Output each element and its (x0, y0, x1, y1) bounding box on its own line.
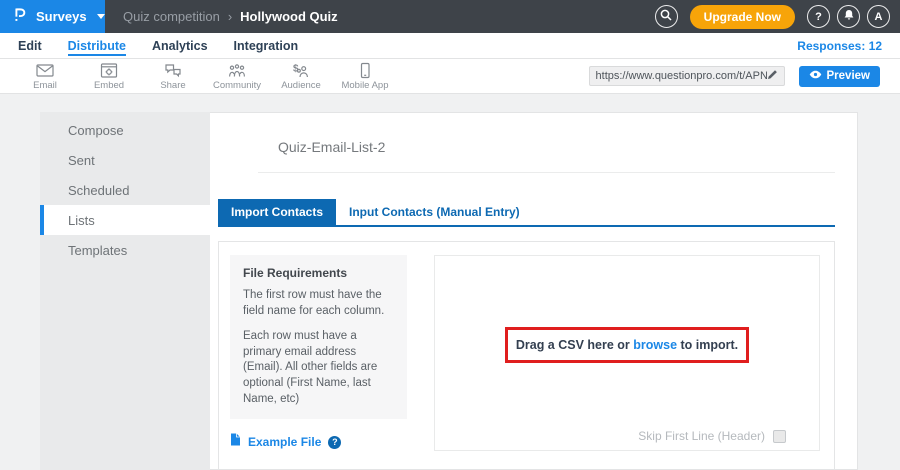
menu-item-integration[interactable]: Integration (234, 36, 299, 56)
community-icon (227, 62, 247, 79)
example-file-help-icon[interactable]: ? (328, 436, 341, 449)
menu-item-edit[interactable]: Edit (18, 36, 42, 56)
help-button[interactable]: ? (807, 5, 830, 28)
email-sidebar: Compose Sent Scheduled Lists Templates (40, 112, 210, 470)
sidebar-item-compose[interactable]: Compose (40, 115, 210, 145)
workspace: Compose Sent Scheduled Lists Templates Q… (0, 94, 900, 470)
lists-panel: Quiz-Email-List-2 Import Contacts Input … (210, 112, 858, 470)
email-icon (35, 62, 55, 79)
breadcrumb: Quiz competition › Hollywood Quiz (123, 9, 338, 24)
breadcrumb-current: Hollywood Quiz (240, 9, 338, 24)
embed-icon (99, 62, 119, 79)
mobile-app-icon (355, 62, 375, 79)
tool-email[interactable]: Email (20, 62, 70, 91)
chevron-down-icon (97, 14, 105, 19)
search-button[interactable] (655, 5, 678, 28)
dropzone-text-before: Drag a CSV here or (516, 338, 633, 352)
upgrade-now-button[interactable]: Upgrade Now (690, 5, 795, 29)
file-requirements-paragraph-1: The first row must have the field name f… (243, 288, 394, 320)
tab-input-contacts-manual[interactable]: Input Contacts (Manual Entry) (336, 199, 533, 225)
tab-import-contacts[interactable]: Import Contacts (218, 199, 336, 225)
tool-mobile-app[interactable]: Mobile App (340, 62, 390, 91)
search-icon (660, 9, 672, 24)
bell-icon (843, 9, 855, 24)
top-actions: Upgrade Now ? A (655, 5, 900, 29)
sidebar-item-sent[interactable]: Sent (40, 145, 210, 175)
list-name-header: Quiz-Email-List-2 (258, 139, 835, 173)
avatar[interactable]: A (867, 5, 890, 28)
tool-share[interactable]: Share (148, 62, 198, 91)
browse-link[interactable]: browse (633, 338, 677, 352)
contacts-tabs: Import Contacts Input Contacts (Manual E… (218, 199, 835, 227)
product-name: Surveys (36, 9, 87, 24)
tool-community[interactable]: Community (212, 62, 262, 91)
sidebar-item-lists[interactable]: Lists (40, 205, 210, 235)
drag-csv-highlight: Drag a CSV here or browse to import. (505, 327, 749, 363)
dropzone-text-after: to import. (677, 338, 738, 352)
document-icon (230, 433, 241, 451)
tool-audience[interactable]: $ Audience (276, 62, 326, 91)
tool-embed[interactable]: Embed (84, 62, 134, 91)
file-requirements-title: File Requirements (243, 266, 394, 280)
menu-item-analytics[interactable]: Analytics (152, 36, 208, 56)
preview-button[interactable]: Preview (799, 66, 880, 87)
eye-icon (809, 70, 822, 82)
list-name[interactable]: Quiz-Email-List-2 (278, 139, 385, 155)
breadcrumb-separator-icon: › (228, 9, 232, 24)
top-bar: Surveys Quiz competition › Hollywood Qui… (0, 0, 900, 33)
edit-url-pencil-icon[interactable] (767, 67, 778, 85)
share-icon (163, 62, 183, 79)
file-requirements-column: File Requirements The first row must hav… (230, 255, 407, 451)
file-requirements-paragraph-2: Each row must have a primary email addre… (243, 329, 394, 408)
survey-url-box (589, 66, 785, 86)
sidebar-item-templates[interactable]: Templates (40, 235, 210, 265)
survey-url-group: Preview (589, 66, 880, 87)
notifications-button[interactable] (837, 5, 860, 28)
survey-menu: Edit Distribute Analytics Integration Re… (0, 33, 900, 59)
example-file-row: Example File ? (230, 433, 407, 451)
skip-first-line-row: Skip First Line (Header) (638, 429, 786, 443)
questionpro-logo-icon (12, 6, 28, 28)
audience-icon: $ (291, 62, 311, 79)
csv-dropzone[interactable]: Drag a CSV here or browse to import. Ski… (434, 255, 820, 451)
import-panel: File Requirements The first row must hav… (218, 241, 835, 470)
menu-item-distribute[interactable]: Distribute (68, 36, 126, 56)
distribute-toolbar: Email Embed Share Community $ Audience M… (0, 59, 900, 94)
example-file-link[interactable]: Example File (248, 435, 321, 449)
responses-count[interactable]: Responses: 12 (797, 39, 882, 53)
skip-first-line-label: Skip First Line (Header) (638, 429, 765, 443)
product-switcher[interactable]: Surveys (0, 0, 105, 33)
sidebar-item-scheduled[interactable]: Scheduled (40, 175, 210, 205)
file-requirements-box: File Requirements The first row must hav… (230, 255, 407, 419)
skip-first-line-checkbox[interactable] (773, 430, 786, 443)
breadcrumb-parent[interactable]: Quiz competition (123, 9, 220, 24)
survey-url-input[interactable] (596, 70, 767, 82)
